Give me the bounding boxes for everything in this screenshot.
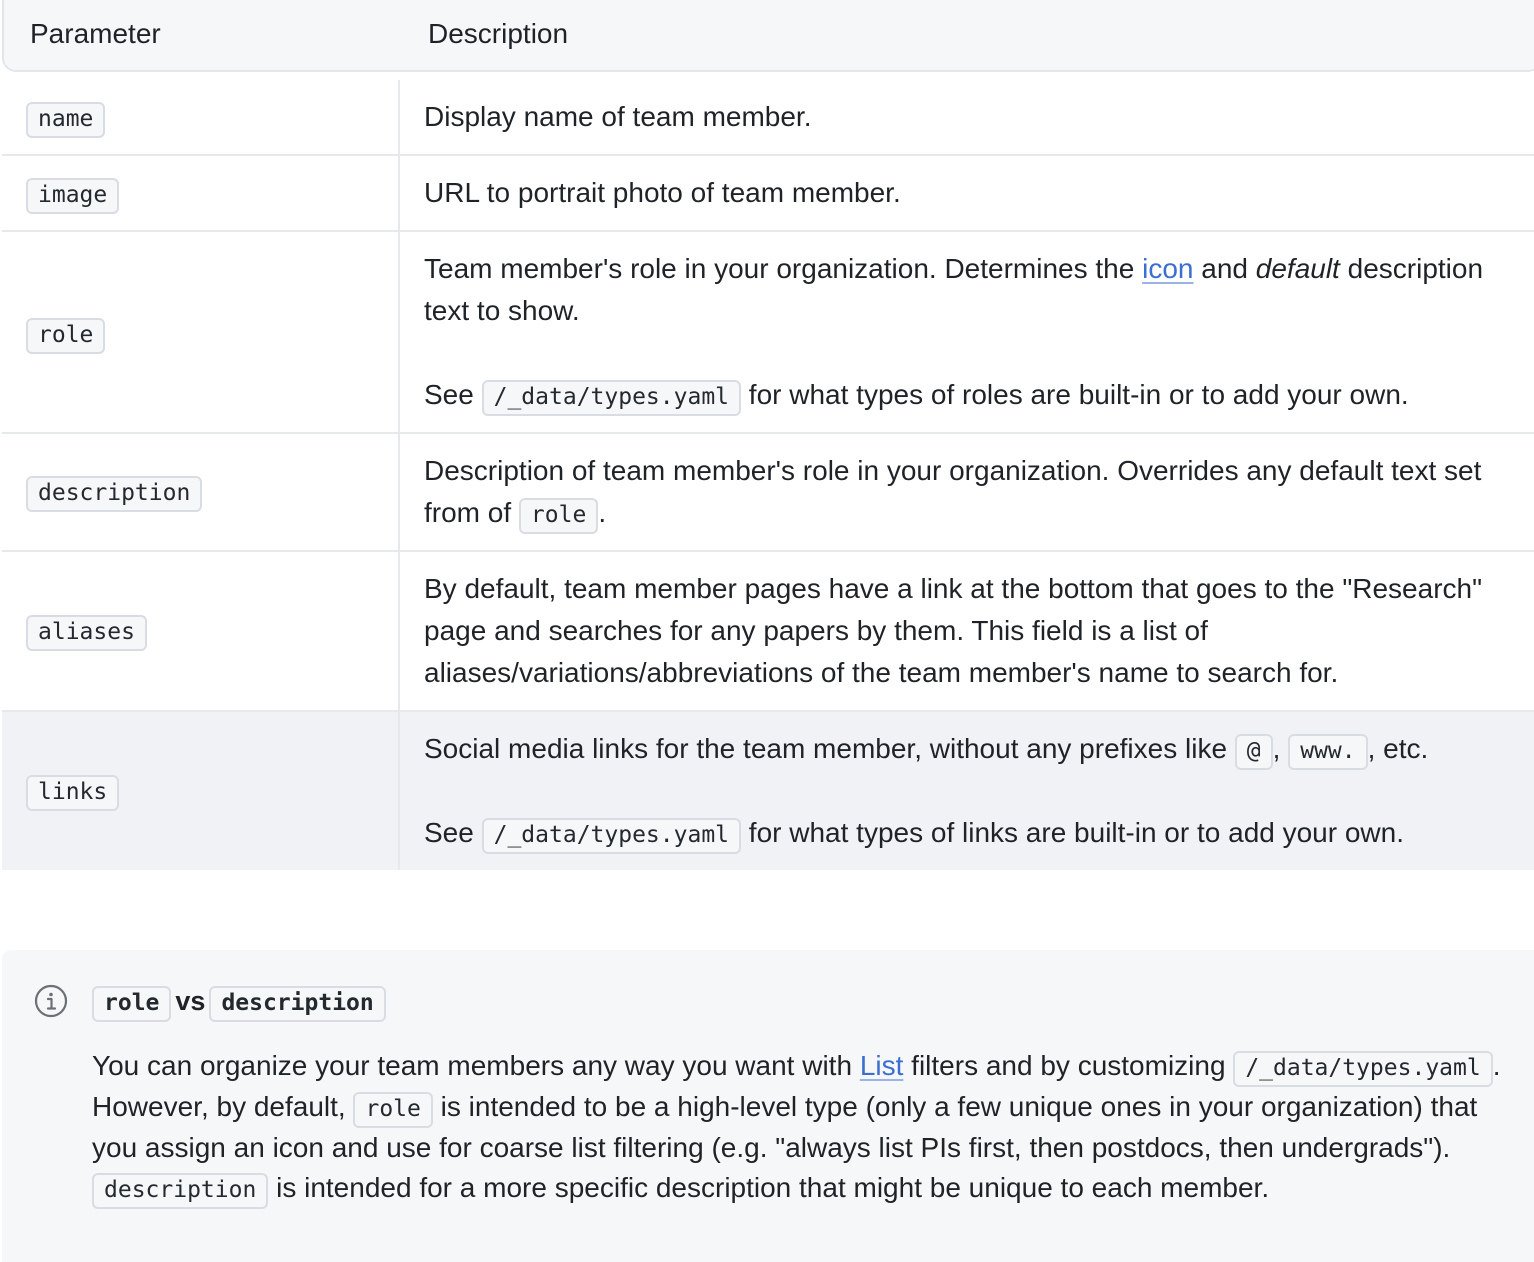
column-header-parameter: Parameter xyxy=(30,18,161,49)
table-row: name Display name of team member. xyxy=(2,80,1534,156)
column-header-description: Description xyxy=(428,18,569,49)
description-code: description xyxy=(92,1173,269,1209)
list-link[interactable]: List xyxy=(860,1050,904,1081)
param-role: role xyxy=(26,318,106,354)
callout-title: role vs description xyxy=(92,984,386,1022)
info-icon xyxy=(34,984,68,1018)
param-description: description xyxy=(26,476,203,512)
table-header: Parameter Description xyxy=(2,0,1534,72)
types-yaml-code: /_data/types.yaml xyxy=(481,818,742,854)
callout-body: You can organize your team members any w… xyxy=(92,1046,1522,1209)
types-yaml-code: /_data/types.yaml xyxy=(1233,1051,1493,1087)
desc-aliases: By default, team member pages have a lin… xyxy=(424,573,1483,688)
desc-name: Display name of team member. xyxy=(424,101,812,132)
column-divider xyxy=(398,552,400,710)
icon-link[interactable]: icon xyxy=(1142,253,1193,284)
table-row: image URL to portrait photo of team memb… xyxy=(2,156,1534,232)
table-row: links Social media links for the team me… xyxy=(2,712,1534,870)
column-divider xyxy=(398,712,400,870)
column-divider xyxy=(398,80,400,154)
table-row: description Description of team member's… xyxy=(2,434,1534,552)
desc-role: Team member's role in your organization.… xyxy=(424,248,1524,416)
at-code: @ xyxy=(1234,734,1273,770)
param-image: image xyxy=(26,178,120,214)
param-links: links xyxy=(26,775,120,811)
column-divider xyxy=(398,232,400,432)
role-code: role xyxy=(353,1092,433,1128)
column-divider xyxy=(398,156,400,230)
desc-description: Description of team member's role in you… xyxy=(424,450,1524,534)
param-aliases: aliases xyxy=(26,615,147,651)
table-row: role Team member's role in your organiza… xyxy=(2,232,1534,434)
title-description-code: description xyxy=(209,986,386,1022)
column-divider xyxy=(398,434,400,550)
param-name: name xyxy=(26,102,106,138)
www-code: www. xyxy=(1288,734,1368,770)
info-callout: role vs description You can organize your … xyxy=(2,950,1534,1262)
desc-image: URL to portrait photo of team member. xyxy=(424,177,901,208)
title-role-code: role xyxy=(92,986,172,1022)
table-row: aliases By default, team member pages ha… xyxy=(2,552,1534,712)
types-yaml-code: /_data/types.yaml xyxy=(481,380,742,416)
desc-links: Social media links for the team member, … xyxy=(424,728,1524,854)
role-code: role xyxy=(518,498,599,534)
